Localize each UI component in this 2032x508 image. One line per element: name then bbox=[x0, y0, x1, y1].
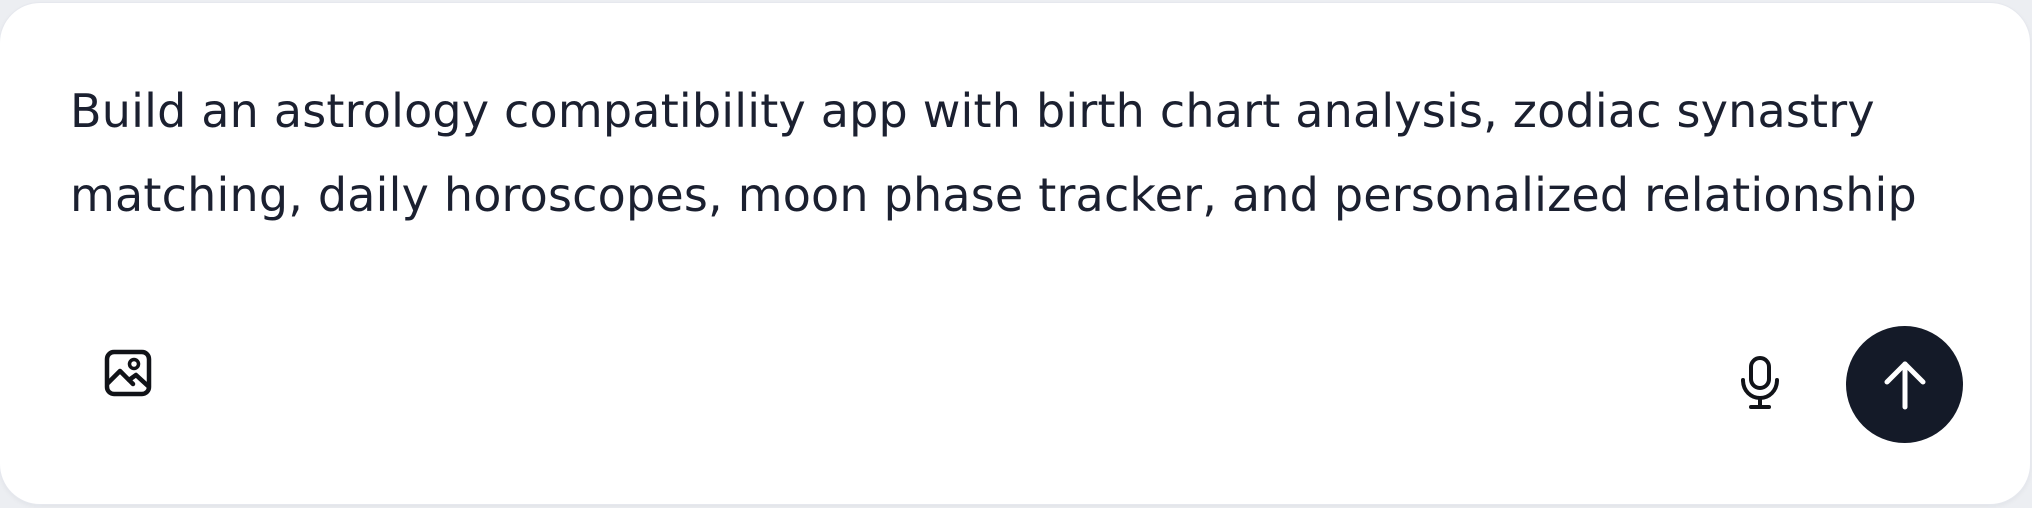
attach-image-button[interactable] bbox=[84, 329, 172, 417]
microphone-button[interactable] bbox=[1716, 339, 1804, 427]
microphone-icon bbox=[1741, 356, 1779, 409]
prompt-composer: Build an astrology compatibility app wit… bbox=[0, 3, 2030, 504]
send-button[interactable] bbox=[1846, 326, 1963, 443]
arrow-up-icon bbox=[1884, 361, 1925, 409]
prompt-input[interactable]: Build an astrology compatibility app wit… bbox=[70, 69, 1970, 249]
image-icon bbox=[104, 349, 152, 397]
